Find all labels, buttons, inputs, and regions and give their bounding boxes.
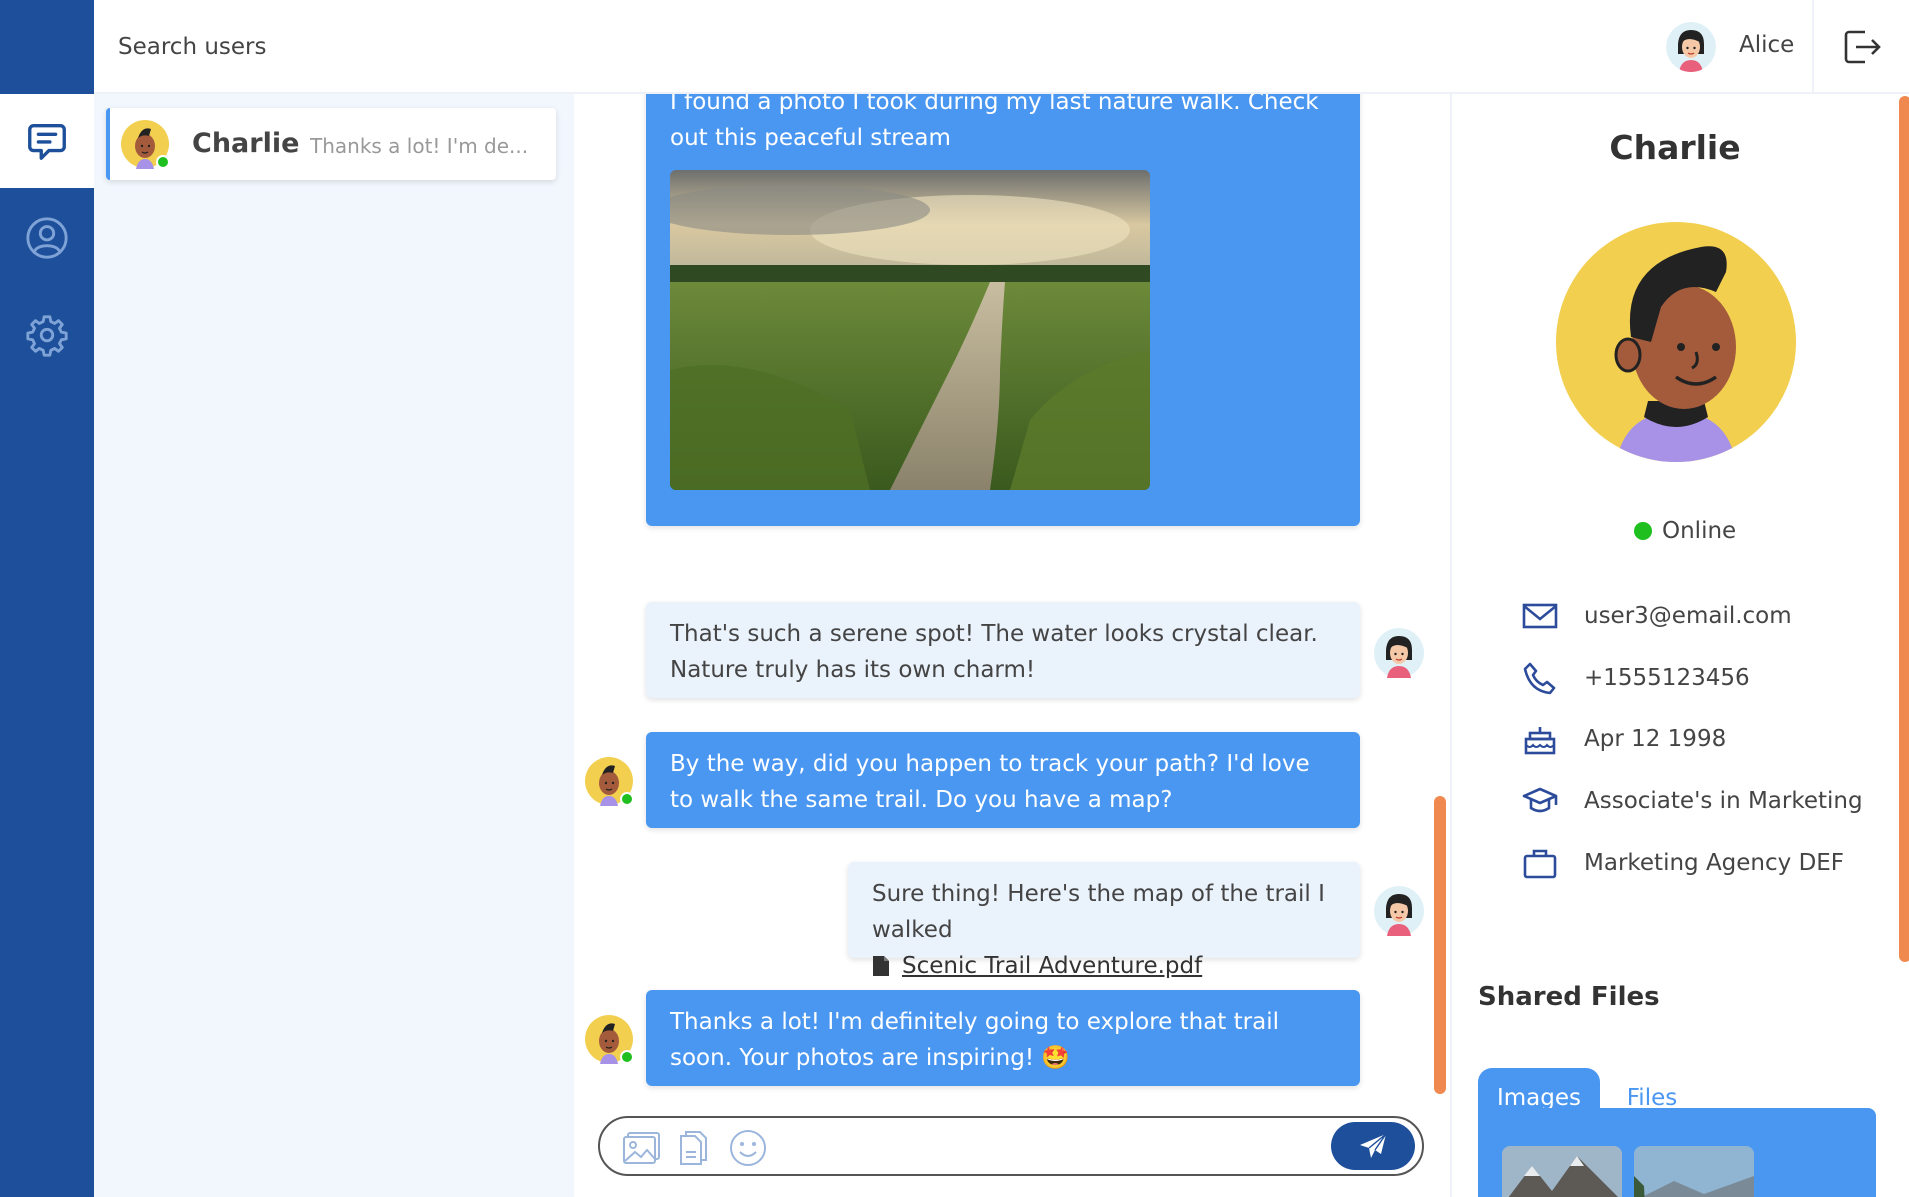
file-icon <box>873 956 889 976</box>
message-bubble: Sure thing! Here's the map of the trail … <box>848 862 1360 979</box>
send-button[interactable] <box>1331 1122 1415 1170</box>
stream-photo-image <box>670 170 1150 490</box>
attachment-link[interactable]: Scenic Trail Adventure.pdf <box>872 948 1202 984</box>
chat-icon <box>28 123 66 160</box>
profile-email: user3@email.com <box>1584 603 1792 629</box>
mountain-photo-image <box>1502 1146 1622 1197</box>
status-label: Online <box>1662 518 1737 544</box>
conversation-preview: Thanks a lot! I'm de... <box>310 134 529 158</box>
message-text: I found a photo I took during my last na… <box>670 94 1319 151</box>
phone-icon <box>1523 662 1556 695</box>
shared-files-title: Shared Files <box>1478 982 1660 1012</box>
charlie-avatar-icon <box>1556 222 1796 462</box>
search-input[interactable] <box>118 26 618 68</box>
conversation-list: Charlie Thanks a lot! I'm de... <box>94 94 574 1197</box>
alice-avatar-icon <box>1374 628 1424 678</box>
profile-phone-row: +1555123456 <box>1522 660 1750 696</box>
profile-birthday-row: Apr 12 1998 <box>1522 721 1726 757</box>
profile-icon <box>26 217 68 259</box>
online-indicator <box>1634 522 1652 540</box>
current-user-name: Alice <box>1739 32 1795 58</box>
profile-panel: Charlie Online user3@email.com +15551234… <box>1450 94 1909 1197</box>
current-user-avatar[interactable] <box>1666 22 1716 72</box>
gear-icon <box>26 315 68 357</box>
charlie-avatar-icon <box>585 757 634 806</box>
message-input[interactable] <box>770 1130 1330 1164</box>
graduation-cap-icon <box>1522 787 1558 813</box>
nav-chat[interactable] <box>0 94 94 188</box>
nav-settings[interactable] <box>0 288 94 382</box>
document-icon <box>680 1131 707 1165</box>
image-icon <box>623 1132 660 1164</box>
attach-file-button[interactable] <box>674 1128 714 1168</box>
alice-avatar-icon <box>1374 886 1424 936</box>
profile-work-row: Marketing Agency DEF <box>1522 845 1844 881</box>
message-bubble: That's such a serene spot! The water loo… <box>646 602 1360 698</box>
chat-app: Alice Charlie Thanks a lot! I'm de... <box>0 0 1909 1197</box>
profile-email-row: user3@email.com <box>1522 598 1792 634</box>
profile-birthday: Apr 12 1998 <box>1584 726 1727 752</box>
mail-icon <box>1522 603 1558 629</box>
nav-rail <box>0 0 94 1197</box>
shared-images-panel <box>1478 1108 1876 1197</box>
nav-profile[interactable] <box>0 191 94 285</box>
profile-education: Associate's in Marketing <box>1584 788 1863 814</box>
profile-phone: +1555123456 <box>1584 665 1750 691</box>
conversation-item-charlie[interactable]: Charlie Thanks a lot! I'm de... <box>106 108 556 180</box>
charlie-avatar-icon <box>121 120 170 169</box>
message-bubble: By the way, did you happen to track your… <box>646 732 1360 828</box>
profile-scrollbar[interactable] <box>1899 96 1909 962</box>
chat-scrollbar[interactable] <box>1434 796 1446 1094</box>
logout-icon <box>1844 30 1881 64</box>
message-bubble: Thanks a lot! I'm definitely going to ex… <box>646 990 1360 1086</box>
message-bubble: I found a photo I took during my last na… <box>646 94 1360 526</box>
profile-education-row: Associate's in Marketing <box>1522 783 1863 819</box>
landscape-photo-image <box>1634 1146 1754 1197</box>
briefcase-icon <box>1523 849 1557 879</box>
send-icon <box>1360 1133 1387 1158</box>
attach-image-button[interactable] <box>622 1128 662 1168</box>
message-composer <box>598 1116 1424 1176</box>
profile-work: Marketing Agency DEF <box>1584 850 1845 876</box>
cake-icon <box>1524 727 1556 755</box>
logout-button[interactable] <box>1812 0 1909 94</box>
shared-image-thumbnail[interactable] <box>1502 1146 1622 1197</box>
charlie-avatar-icon <box>585 1015 634 1064</box>
profile-status: Online <box>1634 518 1736 544</box>
message-text: By the way, did you happen to track your… <box>670 751 1310 813</box>
message-photo[interactable] <box>670 170 1150 490</box>
chat-area: I found a photo I took during my last na… <box>574 94 1450 1197</box>
emoji-button[interactable] <box>728 1128 768 1168</box>
profile-name: Charlie <box>1609 128 1741 167</box>
smiley-icon <box>730 1130 766 1166</box>
shared-image-thumbnail[interactable] <box>1634 1146 1754 1197</box>
top-bar: Alice <box>94 0 1909 94</box>
alice-avatar-icon <box>1666 22 1716 72</box>
attachment-name: Scenic Trail Adventure.pdf <box>902 953 1203 979</box>
message-text: Thanks a lot! I'm definitely going to ex… <box>670 1009 1279 1071</box>
message-text: That's such a serene spot! The water loo… <box>670 621 1318 683</box>
message-text: Sure thing! Here's the map of the trail … <box>872 881 1325 943</box>
conversation-name: Charlie <box>192 128 300 159</box>
